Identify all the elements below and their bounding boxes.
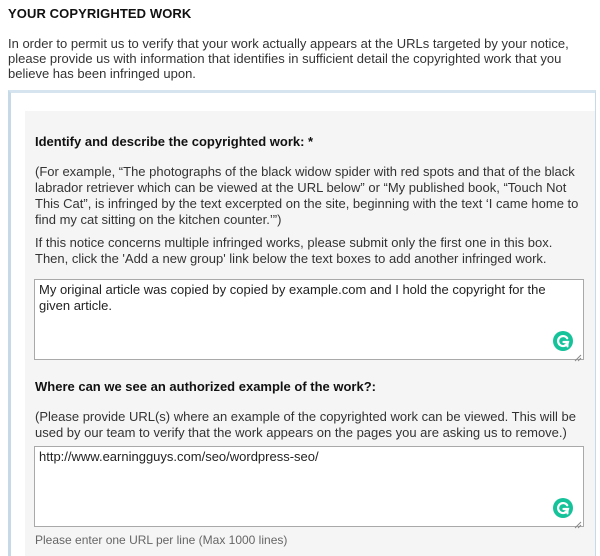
section-title: YOUR COPYRIGHTED WORK — [8, 6, 192, 21]
identify-work-textarea[interactable]: My original article was copied by copied… — [34, 279, 584, 362]
section-intro: In order to permit us to verify that you… — [8, 36, 569, 81]
authorized-url-textarea[interactable]: http://www.earningguys.com/seo/wordpress… — [34, 446, 584, 529]
work-group-panel: Identify and describe the copyrighted wo… — [25, 111, 595, 556]
resize-grip-icon[interactable] — [574, 350, 582, 362]
identify-work-value: My original article was copied by copied… — [39, 282, 546, 313]
identify-work-label: Identify and describe the copyrighted wo… — [35, 134, 314, 149]
grammarly-g-icon[interactable] — [553, 498, 573, 518]
grammarly-g-icon[interactable] — [553, 331, 573, 351]
authorized-example-note: (Please provide URL(s) where an example … — [35, 409, 576, 440]
multiple-works-note: If this notice concerns multiple infring… — [35, 235, 553, 266]
identify-example-text: (For example, “The photographs of the bl… — [35, 164, 579, 227]
resize-grip-icon[interactable] — [574, 517, 582, 529]
authorized-url-value: http://www.earningguys.com/seo/wordpress… — [39, 449, 319, 464]
url-input-hint: Please enter one URL per line (Max 1000 … — [35, 533, 288, 547]
authorized-example-label: Where can we see an authorized example o… — [35, 379, 376, 394]
work-group-box: Identify and describe the copyrighted wo… — [8, 90, 596, 556]
